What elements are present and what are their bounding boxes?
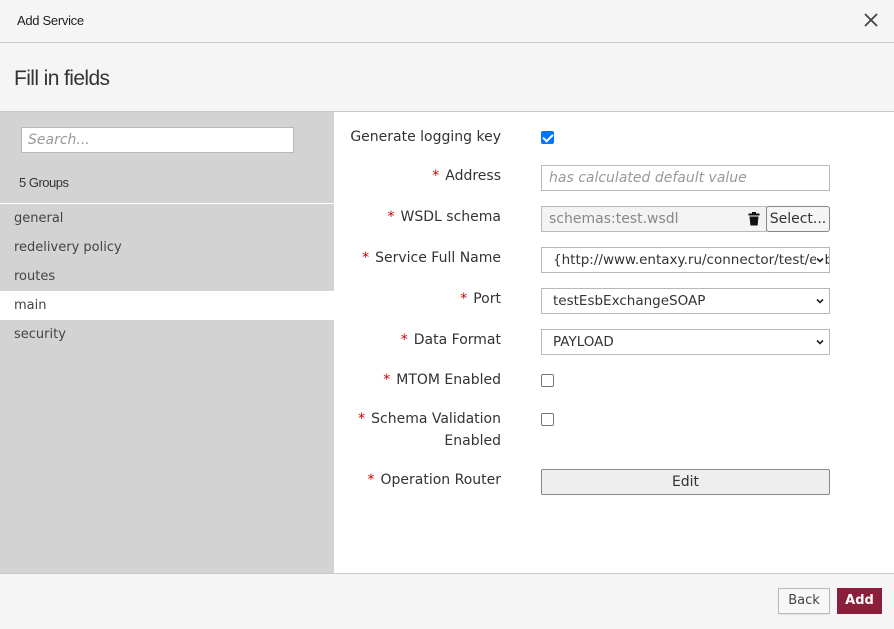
required-marker: * — [387, 209, 395, 225]
required-marker: * — [432, 168, 440, 184]
wsdl-schema-input: schemas:test.wsdl — [541, 206, 767, 232]
generate-logging-key-label: Generate logging key — [350, 129, 501, 145]
schema-validation-label-line2: Enabled — [444, 433, 501, 449]
port-value: testEsbExchangeSOAP — [553, 293, 706, 309]
dialog-header: Add Service — [0, 0, 894, 43]
schema-validation-checkbox[interactable] — [541, 413, 554, 426]
service-full-name-label: * Service Full Name — [362, 247, 501, 269]
chevron-down-icon — [816, 256, 824, 264]
chevron-down-icon — [816, 298, 824, 304]
wsdl-schema-label: * WSDL schema — [388, 206, 501, 228]
address-label-text: Address — [445, 168, 501, 184]
group-list: general redelivery policy routes main se… — [0, 204, 334, 349]
mtom-enabled-checkbox[interactable] — [541, 374, 554, 387]
address-input[interactable]: has calculated default value — [541, 165, 830, 191]
operation-router-label: * Operation Router — [367, 469, 501, 491]
group-item-redelivery-policy[interactable]: redelivery policy — [0, 233, 334, 262]
close-icon[interactable] — [862, 9, 880, 31]
schema-validation-label-line1: Schema Validation — [371, 411, 501, 427]
group-item-routes[interactable]: routes — [0, 262, 334, 291]
operation-router-edit-button[interactable]: Edit — [541, 469, 830, 495]
add-service-dialog: Add Service Fill in fields 5 Groups gene… — [0, 0, 894, 629]
form-panel: Generate logging key * Address has calcul… — [334, 112, 894, 573]
service-full-name-value: {http://www.entaxy.ru/connector/test/esb… — [553, 252, 829, 268]
service-full-name-label-text: Service Full Name — [375, 250, 501, 266]
required-marker: * — [400, 332, 408, 348]
groups-count: 5 Groups — [19, 175, 69, 190]
data-format-label: * Data Format — [401, 329, 501, 351]
port-select[interactable]: testEsbExchangeSOAP — [541, 288, 830, 314]
required-marker: * — [383, 372, 391, 388]
dialog-title: Add Service — [17, 13, 84, 28]
required-marker: * — [460, 291, 468, 307]
schema-validation-label: * Schema Validation Enabled — [358, 408, 501, 452]
wsdl-schema-label-text: WSDL schema — [400, 209, 501, 225]
back-button[interactable]: Back — [778, 588, 830, 614]
dialog-subheader: Fill in fields — [0, 43, 894, 112]
add-button[interactable]: Add — [837, 588, 882, 614]
page-title: Fill in fields — [14, 67, 110, 90]
trash-icon[interactable] — [748, 212, 760, 226]
chevron-down-icon — [816, 339, 824, 345]
port-label-text: Port — [473, 291, 501, 307]
search-input[interactable] — [21, 127, 294, 153]
data-format-value: PAYLOAD — [553, 334, 614, 350]
mtom-enabled-label: * MTOM Enabled — [383, 369, 501, 391]
mtom-enabled-label-text: MTOM Enabled — [396, 372, 501, 388]
group-item-general[interactable]: general — [0, 204, 334, 233]
groups-sidebar: 5 Groups general redelivery policy route… — [0, 112, 334, 573]
required-marker: * — [358, 411, 366, 427]
address-label: * Address — [432, 165, 501, 187]
data-format-label-text: Data Format — [413, 332, 501, 348]
select-wsdl-button[interactable]: Select... — [766, 206, 830, 232]
service-full-name-select[interactable]: {http://www.entaxy.ru/connector/test/esb… — [541, 247, 830, 273]
required-marker: * — [362, 250, 370, 266]
data-format-select[interactable]: PAYLOAD — [541, 329, 830, 355]
operation-router-label-text: Operation Router — [380, 472, 501, 488]
port-label: * Port — [460, 288, 501, 310]
group-item-main[interactable]: main — [0, 291, 334, 320]
required-marker: * — [367, 472, 375, 488]
generate-logging-key-checkbox[interactable] — [541, 131, 554, 144]
dialog-footer: Back Add — [0, 573, 894, 629]
group-item-security[interactable]: security — [0, 320, 334, 349]
